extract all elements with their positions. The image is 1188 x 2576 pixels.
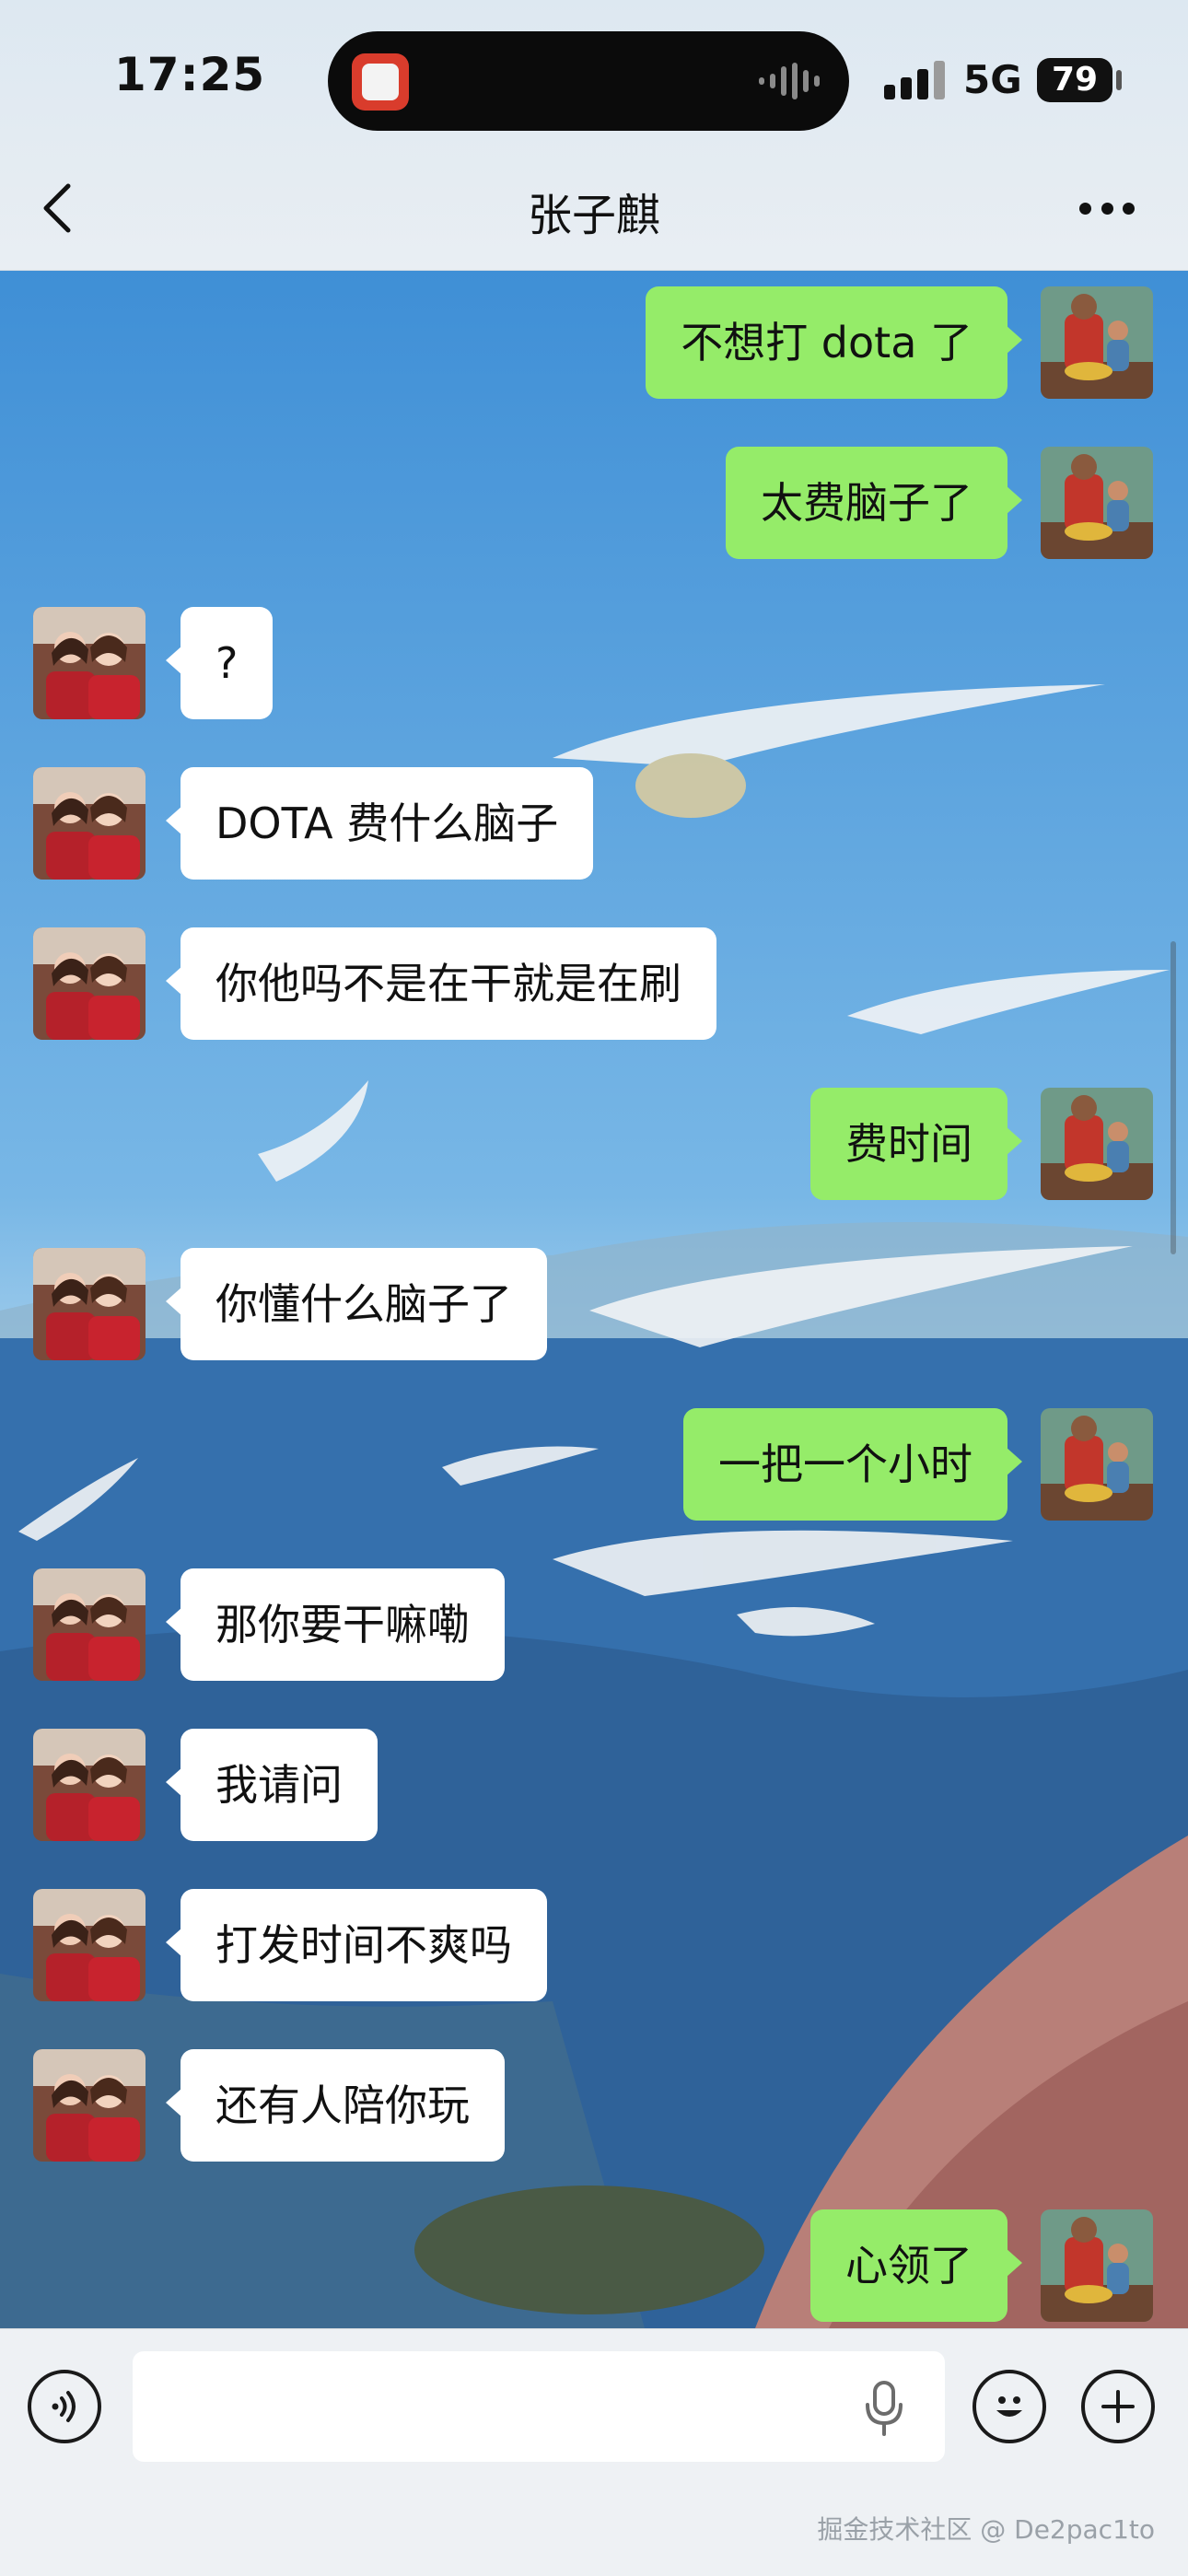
contact-avatar[interactable] xyxy=(33,1568,146,1681)
message-bubble[interactable]: 你懂什么脑子了 xyxy=(166,1248,547,1360)
my-avatar[interactable] xyxy=(1041,447,1153,559)
microphone-icon[interactable] xyxy=(864,2381,904,2436)
battery-tip xyxy=(1116,70,1122,90)
emoji-icon[interactable] xyxy=(973,2370,1046,2443)
message-bubble[interactable]: 费时间 xyxy=(810,1088,1022,1200)
dynamic-island xyxy=(328,31,849,131)
message-sent: 心领了 xyxy=(0,2209,1188,2322)
message-bubble[interactable]: 打发时间不爽吗 xyxy=(166,1889,547,2001)
chat-title: 张子麒 xyxy=(527,190,660,241)
message-bubble[interactable]: 那你要干嘛嘞 xyxy=(166,1568,505,1681)
contact-avatar[interactable] xyxy=(33,767,146,880)
message-received: 打发时间不爽吗 xyxy=(0,1889,1188,2001)
cellular-signal-icon xyxy=(884,61,945,99)
message-received: 你懂什么脑子了 xyxy=(0,1248,1188,1360)
message-received: DOTA 费什么脑子 xyxy=(0,767,1188,880)
message-bubble[interactable]: 不想打 dota 了 xyxy=(646,286,1022,399)
message-received: 还有人陪你玩 xyxy=(0,2049,1188,2162)
message-bubble[interactable]: 还有人陪你玩 xyxy=(166,2049,505,2162)
contact-avatar[interactable] xyxy=(33,1248,146,1360)
contact-avatar[interactable] xyxy=(33,927,146,1040)
message-sent: 不想打 dota 了 xyxy=(0,286,1188,399)
message-received: 那你要干嘛嘞 xyxy=(0,1568,1188,1681)
message-bubble[interactable]: 心领了 xyxy=(810,2209,1022,2322)
contact-avatar[interactable] xyxy=(33,2049,146,2162)
message-bubble[interactable]: 太费脑子了 xyxy=(726,447,1022,559)
message-list: 不想打 dota 了 太费脑子了 ? DOTA 费什么脑子 你他吗不是在干就是在… xyxy=(0,270,1188,2328)
message-received: 我请问 xyxy=(0,1729,1188,1841)
contact-avatar[interactable] xyxy=(33,1889,146,2001)
plus-icon[interactable] xyxy=(1081,2370,1155,2443)
navigation-header: 17:25 5G 79 张子麒 xyxy=(0,0,1188,271)
voice-icon[interactable] xyxy=(28,2370,101,2443)
message-sent: 费时间 xyxy=(0,1088,1188,1200)
watermark: 掘金技术社区 @ De2pac1to xyxy=(817,2514,1155,2545)
network-type: 5G xyxy=(963,57,1022,102)
my-avatar[interactable] xyxy=(1041,2209,1153,2322)
my-avatar[interactable] xyxy=(1041,1408,1153,1521)
message-received: 你他吗不是在干就是在刷 xyxy=(0,927,1188,1040)
battery-indicator: 79 xyxy=(1037,58,1112,102)
contact-avatar[interactable] xyxy=(33,607,146,719)
message-sent: 太费脑子了 xyxy=(0,447,1188,559)
message-bubble[interactable]: 一把一个小时 xyxy=(683,1408,1022,1521)
message-sent: 一把一个小时 xyxy=(0,1408,1188,1521)
chat-scrollbar[interactable] xyxy=(1171,941,1176,1254)
message-bubble[interactable]: DOTA 费什么脑子 xyxy=(165,767,594,880)
contact-avatar[interactable] xyxy=(33,1729,146,1841)
status-time: 17:25 xyxy=(114,48,266,101)
message-bubble[interactable]: 你他吗不是在干就是在刷 xyxy=(166,927,716,1040)
message-bubble[interactable]: 我请问 xyxy=(166,1729,378,1841)
message-input-bar: 掘金技术社区 @ De2pac1to xyxy=(0,2328,1188,2576)
message-input[interactable] xyxy=(133,2351,945,2462)
now-playing-app-icon xyxy=(352,53,409,111)
my-avatar[interactable] xyxy=(1041,1088,1153,1200)
audio-waveform-icon xyxy=(759,63,820,99)
ellipsis-icon[interactable] xyxy=(1079,201,1135,216)
my-avatar[interactable] xyxy=(1041,286,1153,399)
message-received: ? xyxy=(0,607,1188,719)
message-bubble[interactable]: ? xyxy=(165,607,274,719)
